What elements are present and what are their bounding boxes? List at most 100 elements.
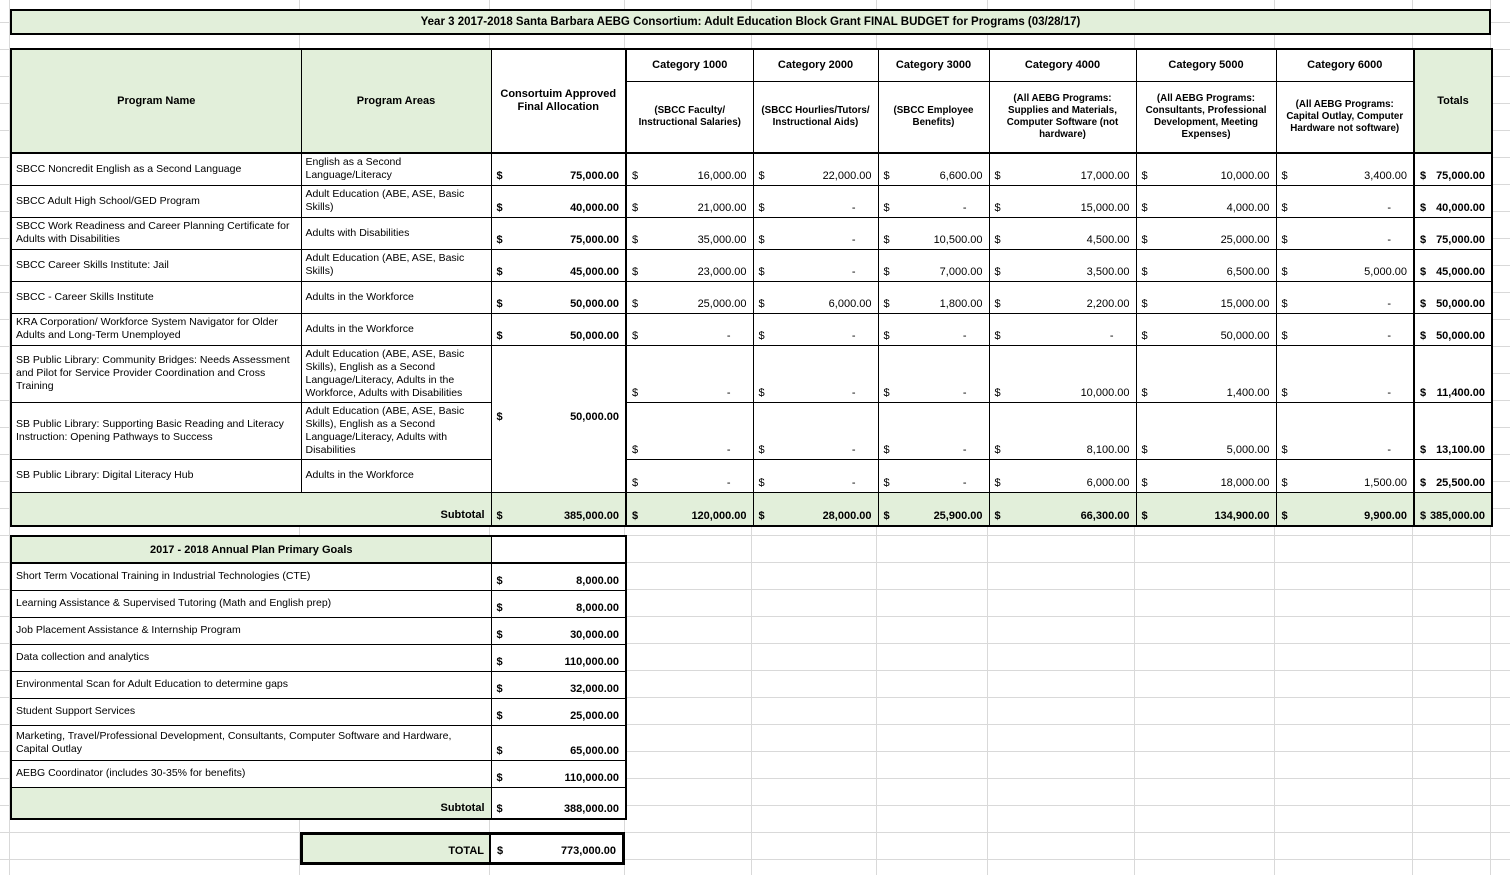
category-3000-cell[interactable]: $1,800.00 xyxy=(878,281,989,313)
totals-cell[interactable]: $50,000.00 xyxy=(1414,313,1492,345)
totals-cell[interactable]: $75,000.00 xyxy=(1414,153,1492,185)
header-category-3000[interactable]: Category 3000 xyxy=(878,49,989,81)
category-1000-cell[interactable]: $21,000.00 xyxy=(626,185,753,217)
category-5000-cell[interactable]: $10,000.00 xyxy=(1136,153,1276,185)
header-category-6000-desc[interactable]: (All AEBG Programs: Capital Outlay, Comp… xyxy=(1276,81,1414,153)
grand-total-label-cell[interactable]: TOTAL xyxy=(303,835,491,862)
category-4000-cell[interactable]: $17,000.00 xyxy=(989,153,1136,185)
category-1000-cell[interactable]: $25,000.00 xyxy=(626,281,753,313)
goal-label-cell[interactable]: Environmental Scan for Adult Education t… xyxy=(11,671,491,698)
category-5000-cell[interactable]: $4,000.00 xyxy=(1136,185,1276,217)
category-6000-cell[interactable]: $- xyxy=(1276,345,1414,402)
category-5000-cell[interactable]: $18,000.00 xyxy=(1136,459,1276,492)
category-6000-cell[interactable]: $- xyxy=(1276,281,1414,313)
category-6000-cell[interactable]: $5,000.00 xyxy=(1276,249,1414,281)
category-2000-cell[interactable]: $- xyxy=(753,402,878,459)
goal-amount-cell[interactable]: $110,000.00 xyxy=(491,644,626,671)
subtotal-category-2000-cell[interactable]: $28,000.00 xyxy=(753,492,878,526)
header-category-5000[interactable]: Category 5000 xyxy=(1136,49,1276,81)
header-category-2000-desc[interactable]: (SBCC Hourlies/Tutors/ Instructional Aid… xyxy=(753,81,878,153)
category-5000-cell[interactable]: $50,000.00 xyxy=(1136,313,1276,345)
program-areas-cell[interactable]: Adults in the Workforce xyxy=(301,281,491,313)
subtotal-totals-cell[interactable]: $385,000.00 xyxy=(1414,492,1492,526)
category-6000-cell[interactable]: $- xyxy=(1276,185,1414,217)
category-3000-cell[interactable]: $10,500.00 xyxy=(878,217,989,249)
category-4000-cell[interactable]: $6,000.00 xyxy=(989,459,1136,492)
program-name-cell[interactable]: KRA Corporation/ Workforce System Naviga… xyxy=(11,313,301,345)
category-5000-cell[interactable]: $5,000.00 xyxy=(1136,402,1276,459)
totals-cell[interactable]: $45,000.00 xyxy=(1414,249,1492,281)
category-5000-cell[interactable]: $25,000.00 xyxy=(1136,217,1276,249)
category-3000-cell[interactable]: $- xyxy=(878,345,989,402)
category-3000-cell[interactable]: $- xyxy=(878,313,989,345)
category-2000-cell[interactable]: $- xyxy=(753,249,878,281)
grand-total-amount-cell[interactable]: $ 773,000.00 xyxy=(491,835,622,862)
program-name-cell[interactable]: SB Public Library: Digital Literacy Hub xyxy=(11,459,301,492)
category-1000-cell[interactable]: $- xyxy=(626,402,753,459)
goals-header[interactable]: 2017 - 2018 Annual Plan Primary Goals xyxy=(11,536,491,563)
subtotal-category-5000-cell[interactable]: $134,900.00 xyxy=(1136,492,1276,526)
program-name-cell[interactable]: SBCC Noncredit English as a Second Langu… xyxy=(11,153,301,185)
category-6000-cell[interactable]: $- xyxy=(1276,217,1414,249)
category-2000-cell[interactable]: $6,000.00 xyxy=(753,281,878,313)
category-4000-cell[interactable]: $4,500.00 xyxy=(989,217,1136,249)
goal-amount-cell[interactable]: $32,000.00 xyxy=(491,671,626,698)
goal-amount-cell[interactable]: $30,000.00 xyxy=(491,617,626,644)
goals-amount-header-empty[interactable] xyxy=(491,536,626,563)
goal-label-cell[interactable]: Job Placement Assistance & Internship Pr… xyxy=(11,617,491,644)
header-category-2000[interactable]: Category 2000 xyxy=(753,49,878,81)
program-name-cell[interactable]: SBCC Adult High School/GED Program xyxy=(11,185,301,217)
allocation-cell[interactable]: $40,000.00 xyxy=(491,185,626,217)
category-3000-cell[interactable]: $7,000.00 xyxy=(878,249,989,281)
program-name-cell[interactable]: SBCC Career Skills Institute: Jail xyxy=(11,249,301,281)
allocation-cell[interactable]: $45,000.00 xyxy=(491,249,626,281)
header-category-5000-desc[interactable]: (All AEBG Programs: Consultants, Profess… xyxy=(1136,81,1276,153)
subtotal-allocation-cell[interactable]: $385,000.00 xyxy=(491,492,626,526)
totals-cell[interactable]: $40,000.00 xyxy=(1414,185,1492,217)
goal-amount-cell[interactable]: $65,000.00 xyxy=(491,725,626,760)
category-1000-cell[interactable]: $- xyxy=(626,459,753,492)
goal-label-cell[interactable]: AEBG Coordinator (includes 30-35% for be… xyxy=(11,760,491,787)
goals-subtotal-amount-cell[interactable]: $388,000.00 xyxy=(491,787,626,819)
program-areas-cell[interactable]: English as a Second Language/Literacy xyxy=(301,153,491,185)
category-3000-cell[interactable]: $- xyxy=(878,402,989,459)
program-areas-cell[interactable]: Adult Education (ABE, ASE, Basic Skills) xyxy=(301,249,491,281)
totals-cell[interactable]: $11,400.00 xyxy=(1414,345,1492,402)
goals-subtotal-label[interactable]: Subtotal xyxy=(11,787,491,819)
category-4000-cell[interactable]: $3,500.00 xyxy=(989,249,1136,281)
program-name-cell[interactable]: SB Public Library: Supporting Basic Read… xyxy=(11,402,301,459)
goal-label-cell[interactable]: Data collection and analytics xyxy=(11,644,491,671)
subtotal-category-6000-cell[interactable]: $9,900.00 xyxy=(1276,492,1414,526)
program-areas-cell[interactable]: Adults with Disabilities xyxy=(301,217,491,249)
category-3000-cell[interactable]: $- xyxy=(878,185,989,217)
goal-label-cell[interactable]: Student Support Services xyxy=(11,698,491,725)
allocation-cell[interactable]: $75,000.00 xyxy=(491,153,626,185)
category-6000-cell[interactable]: $1,500.00 xyxy=(1276,459,1414,492)
goal-amount-cell[interactable]: $8,000.00 xyxy=(491,590,626,617)
category-6000-cell[interactable]: $3,400.00 xyxy=(1276,153,1414,185)
category-4000-cell[interactable]: $8,100.00 xyxy=(989,402,1136,459)
header-allocation[interactable]: Consortuim Approved Final Allocation xyxy=(491,49,626,153)
header-category-1000-desc[interactable]: (SBCC Faculty/ Instructional Salaries) xyxy=(626,81,753,153)
totals-cell[interactable]: $50,000.00 xyxy=(1414,281,1492,313)
allocation-cell[interactable]: $50,000.00 xyxy=(491,281,626,313)
program-areas-cell[interactable]: Adult Education (ABE, ASE, Basic Skills)… xyxy=(301,345,491,402)
program-name-cell[interactable]: SB Public Library: Community Bridges: Ne… xyxy=(11,345,301,402)
category-5000-cell[interactable]: $15,000.00 xyxy=(1136,281,1276,313)
category-5000-cell[interactable]: $6,500.00 xyxy=(1136,249,1276,281)
category-1000-cell[interactable]: $16,000.00 xyxy=(626,153,753,185)
header-category-1000[interactable]: Category 1000 xyxy=(626,49,753,81)
category-1000-cell[interactable]: $- xyxy=(626,345,753,402)
totals-cell[interactable]: $13,100.00 xyxy=(1414,402,1492,459)
program-name-cell[interactable]: SBCC - Career Skills Institute xyxy=(11,281,301,313)
category-1000-cell[interactable]: $23,000.00 xyxy=(626,249,753,281)
sheet-title-cell[interactable]: Year 3 2017-2018 Santa Barbara AEBG Cons… xyxy=(10,9,1491,35)
category-4000-cell[interactable]: $15,000.00 xyxy=(989,185,1136,217)
header-program-areas[interactable]: Program Areas xyxy=(301,49,491,153)
category-5000-cell[interactable]: $1,400.00 xyxy=(1136,345,1276,402)
header-category-6000[interactable]: Category 6000 xyxy=(1276,49,1414,81)
category-3000-cell[interactable]: $6,600.00 xyxy=(878,153,989,185)
allocation-cell[interactable]: $75,000.00 xyxy=(491,217,626,249)
subtotal-category-1000-cell[interactable]: $120,000.00 xyxy=(626,492,753,526)
category-1000-cell[interactable]: $35,000.00 xyxy=(626,217,753,249)
